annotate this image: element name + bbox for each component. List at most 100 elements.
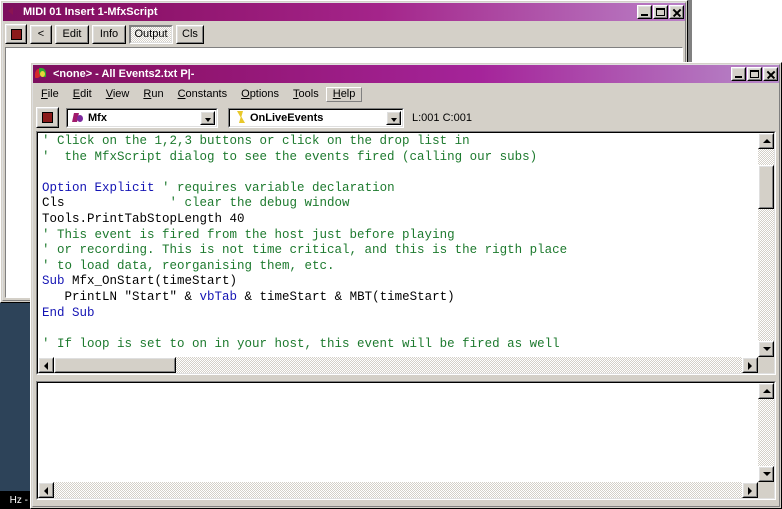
output-scroll-down-button[interactable] [758,466,774,482]
code-line: End Sub [42,306,757,322]
code-line: Sub Mfx_OnStart(timeStart) [42,274,757,290]
window1-titlebar-buttons [636,5,684,19]
code-token: ' to load data, reorganising them, etc. [42,258,335,273]
stop-icon [10,28,22,40]
output-horizontal-scrollbar[interactable] [38,482,758,498]
horizontal-scroll-thumb[interactable] [54,357,176,373]
code-line: ' Click on the 1,2,3 buttons or click on… [42,134,757,150]
code-vertical-scrollbar[interactable] [758,133,774,357]
code-line: ' or recording. This is not time critica… [42,243,757,259]
vertical-scroll-thumb[interactable] [758,165,774,209]
code-line: PrintLN "Start" & vbTab & timeStart & MB… [42,290,757,306]
code-horizontal-scrollbar[interactable] [38,357,758,373]
window1-title: MIDI 01 Insert 1-MfxScript [23,6,158,18]
window2-minimize-button[interactable] [731,67,746,81]
code-line: ' the MfxScript dialog to see the events… [42,150,757,166]
code-token: Tools.PrintTabStopLength 40 [42,211,245,226]
window2-close-button[interactable] [763,67,778,81]
window2-titlebar[interactable]: <none> - All Events2.txt P|- [33,65,779,83]
code-token: ' Click on the 1,2,3 buttons or click on… [42,134,470,148]
code-token: ' or recording. This is not time critica… [42,243,568,258]
output-scroll-right-button[interactable] [742,482,758,498]
menu-help[interactable]: Help [325,86,363,102]
info-button[interactable]: Info [92,24,126,44]
scroll-up-button[interactable] [758,133,774,149]
code-editor-text[interactable]: ' Click on the 1,2,3 buttons or click on… [39,134,757,356]
code-line: Tools.PrintTabStopLength 40 [42,212,757,228]
background-right-area [688,0,782,62]
screen: Hz - MIDI 01 Insert 1-MfxScript < Edit I… [0,0,782,509]
window1-close-button[interactable] [669,5,684,19]
code-line: ' If loop is set to on in your host, thi… [42,337,757,353]
object-combo-arrow[interactable] [200,110,215,125]
event-combo-arrow[interactable] [386,110,401,125]
output-pane-frame [36,381,776,500]
output-scroll-up-button[interactable] [758,383,774,399]
edit-button[interactable]: Edit [55,24,89,44]
code-token: ' If loop is set to on in your host, thi… [42,336,560,351]
menu-constants[interactable]: Constants [171,87,235,102]
event-combo-value: OnLiveEvents [250,111,324,124]
object-combo-value: Mfx [88,111,107,124]
host-background-panel: Hz - [0,303,30,509]
output-scrollbar-corner [758,482,774,498]
code-token: PrintLN "Start" & [42,289,200,304]
lightning-icon [235,111,247,124]
menu-file[interactable]: File [34,87,66,102]
output-pane-text[interactable] [39,384,757,481]
menu-edit[interactable]: Edit [66,87,99,102]
left-arrow-icon[interactable] [5,5,19,19]
code-token: ' This event is fired from the host just… [42,227,455,242]
menu-view[interactable]: View [99,87,137,102]
host-status-text: Hz - [0,491,30,509]
leaf-icon[interactable] [35,67,49,81]
code-editor-frame: ' Click on the 1,2,3 buttons or click on… [36,131,776,375]
cls-button[interactable]: Cls [176,24,204,44]
editor-stop-button[interactable] [36,107,59,128]
cursor-position-status: L:001 C:001 [412,111,472,124]
window2-maximize-button[interactable] [747,67,762,81]
window1-maximize-button[interactable] [653,5,668,19]
editor-toolbar: Mfx OnLiveEvents L:001 C:001 [36,105,776,130]
scroll-left-button[interactable] [38,357,54,373]
window1-minimize-button[interactable] [637,5,652,19]
output-button[interactable]: Output [129,24,173,44]
stop-icon [42,112,53,123]
menubar: File Edit View Run Constants Options Too… [34,85,778,103]
code-line: Option Explicit ' requires variable decl… [42,181,757,197]
background-right-edge [688,0,692,62]
code-line: ' This event is fired from the host just… [42,228,757,244]
code-token: & timeStart & MBT(timeStart) [237,289,455,304]
menu-tools[interactable]: Tools [286,87,326,102]
menu-options[interactable]: Options [234,87,286,102]
menu-run[interactable]: Run [136,87,170,102]
window1-titlebar[interactable]: MIDI 01 Insert 1-MfxScript [3,3,685,21]
code-token: ' clear the debug window [64,196,350,211]
code-token: Mfx_OnStart(timeStart) [64,274,238,289]
code-token: Option Explicit [42,180,155,195]
scroll-right-button[interactable] [742,357,758,373]
stop-button[interactable] [5,24,27,44]
code-token: End Sub [42,305,95,320]
code-line: Cls ' clear the debug window [42,196,757,212]
event-combo[interactable]: OnLiveEvents [228,107,404,128]
scrollbar-corner [758,357,774,373]
script-editor-window: <none> - All Events2.txt P|- File Edit V… [30,62,782,509]
object-combo[interactable]: Mfx [66,107,218,128]
window2-title: <none> - All Events2.txt P|- [53,68,195,80]
code-token: Cls [42,196,65,211]
window2-titlebar-buttons [730,67,778,81]
output-vertical-scrollbar[interactable] [758,383,774,482]
window1-toolbar: < Edit Info Output Cls [5,23,683,45]
code-token: ' requires variable declaration [154,180,395,195]
output-scroll-left-button[interactable] [38,482,54,498]
scroll-down-button[interactable] [758,341,774,357]
back-button[interactable]: < [30,24,52,44]
code-token: vbTab [199,289,238,304]
mfx-icon [72,111,85,124]
code-token: Sub [42,274,65,289]
code-line: ' to load data, reorganising them, etc. [42,259,757,275]
code-token: ' the MfxScript dialog to see the events… [42,149,538,164]
